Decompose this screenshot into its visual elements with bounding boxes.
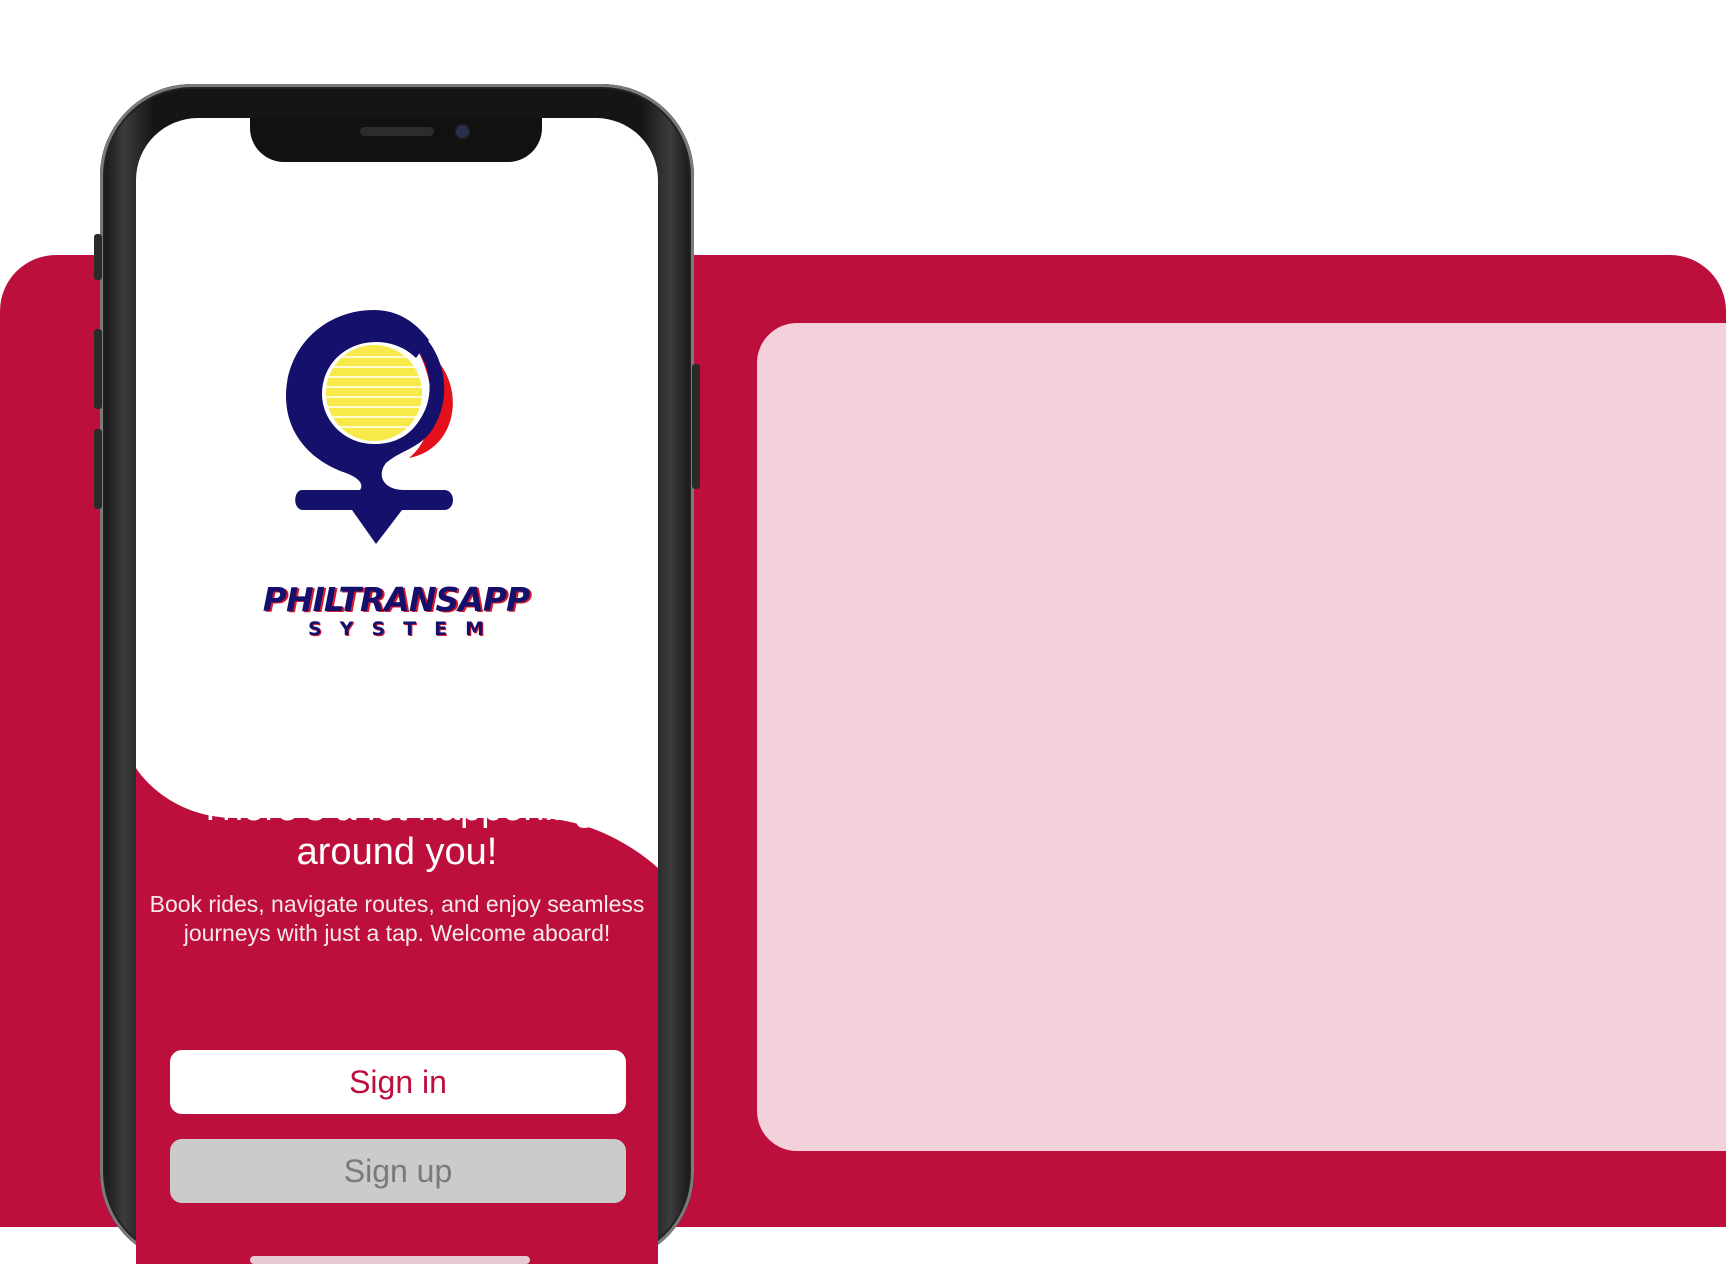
content-card	[757, 323, 1726, 1151]
phone-power-button	[692, 364, 700, 489]
phone-notch	[250, 118, 542, 162]
home-indicator	[250, 1256, 530, 1264]
sign-up-button[interactable]: Sign up	[170, 1139, 626, 1203]
phone-mockup: PHILTRANSAPP SYSTEM There’s a lot happen…	[94, 84, 700, 1264]
sign-in-button[interactable]: Sign in	[170, 1050, 626, 1114]
front-camera-icon	[456, 125, 469, 138]
phone-volume-up	[94, 329, 102, 409]
phone-volume-down	[94, 429, 102, 509]
brand-name: PHILTRANSAPP	[262, 580, 530, 619]
welcome-description: Book rides, navigate routes, and enjoy s…	[149, 891, 645, 946]
earpiece-speaker	[360, 127, 434, 136]
welcome-headline: There’s a lot happening around you!	[198, 787, 596, 873]
phone-mute-switch	[94, 234, 102, 280]
phone-screen: PHILTRANSAPP SYSTEM There’s a lot happen…	[136, 118, 658, 1264]
location-pin-logo-icon	[286, 310, 453, 544]
